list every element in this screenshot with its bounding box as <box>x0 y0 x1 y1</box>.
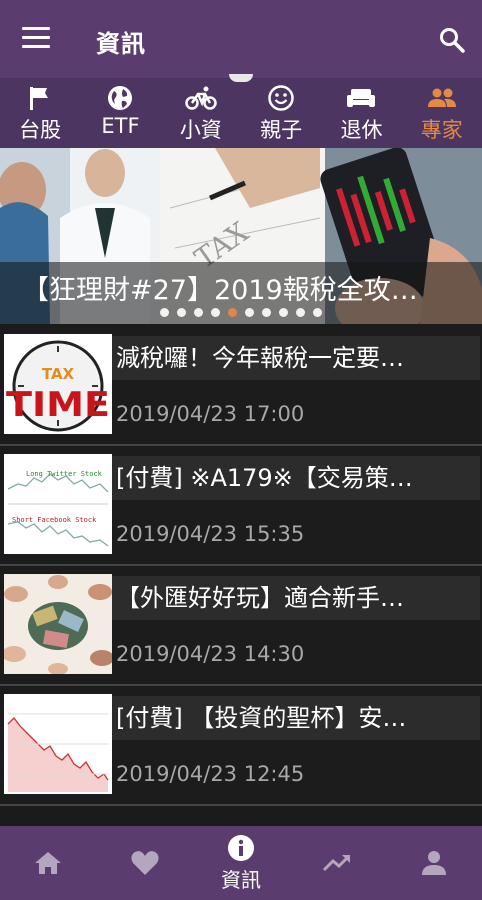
article-date: 2019/04/23 15:35 <box>116 522 305 546</box>
category-label: 專家 <box>420 118 463 142</box>
article-thumbnail <box>4 574 112 674</box>
article-thumbnail: TAX TIME <box>4 334 112 434</box>
nav-profile[interactable] <box>386 826 482 900</box>
nav-trending[interactable] <box>289 826 385 900</box>
carousel-dot[interactable] <box>194 308 203 317</box>
article-row[interactable]: TAX TIME 減稅囉！今年報稅一定要… 2019/04/23 17:00 <box>0 326 482 446</box>
article-thumbnail <box>4 694 112 794</box>
carousel-dot[interactable] <box>262 308 271 317</box>
nav-info-label: 資訊 <box>221 867 262 892</box>
article-title: 【外匯好好玩】適合新手… <box>112 576 480 620</box>
app-bar: 資訊 <box>0 0 482 78</box>
category-tabs: 台股 ETF 小資 親子 退休 專家 <box>0 78 482 148</box>
carousel-dot[interactable] <box>211 308 220 317</box>
carousel-dot[interactable] <box>245 308 254 317</box>
carousel-dot[interactable] <box>160 308 169 317</box>
thumb-text: Long Twitter Stock <box>26 470 103 478</box>
page-title: 資訊 <box>96 30 146 58</box>
carousel-dot[interactable] <box>279 308 288 317</box>
thumb-text: TAX <box>42 365 75 383</box>
article-date: 2019/04/23 14:30 <box>116 642 305 666</box>
featured-banner[interactable]: TAX 【狂理財#27】2019報稅全攻… <box>0 148 482 324</box>
carousel-indicator <box>0 308 482 317</box>
category-label: 親子 <box>260 118 303 142</box>
carousel-dot[interactable] <box>296 308 305 317</box>
smile-icon <box>268 85 294 111</box>
category-tab-etf[interactable]: ETF <box>80 78 160 148</box>
article-title: 減稅囉！今年報稅一定要… <box>112 336 480 380</box>
thumb-text: TIME <box>6 385 110 425</box>
article-row[interactable]: 【外匯好好玩】適合新手… 2019/04/23 14:30 <box>0 566 482 686</box>
search-icon[interactable] <box>438 26 466 54</box>
carousel-dot[interactable] <box>177 308 186 317</box>
heart-icon <box>131 851 159 875</box>
info-icon <box>228 834 255 861</box>
flag-icon <box>30 87 49 110</box>
category-tab-tw-stock[interactable]: 台股 <box>0 78 80 148</box>
banner-title: 【狂理財#27】2019報稅全攻… <box>22 275 418 306</box>
carousel-dot-active[interactable] <box>228 308 237 317</box>
thumb-text: Short Facebook Stock <box>12 516 97 524</box>
nav-favorites[interactable] <box>96 826 192 900</box>
article-title: [付費] ※A179※【交易策… <box>112 456 480 500</box>
sofa-icon <box>347 89 376 107</box>
bike-icon <box>185 86 217 110</box>
menu-icon[interactable] <box>22 27 50 51</box>
nav-info[interactable]: 資訊 <box>193 826 289 900</box>
article-row[interactable]: Long Twitter Stock Short Facebook Stock … <box>0 446 482 566</box>
person-icon <box>421 851 446 875</box>
article-list: TAX TIME 減稅囉！今年報稅一定要… 2019/04/23 17:00 L… <box>0 326 482 806</box>
category-tab-experts[interactable]: 專家 <box>402 78 482 148</box>
category-label: 台股 <box>19 118 62 142</box>
article-thumbnail: Long Twitter Stock Short Facebook Stock <box>4 454 112 554</box>
category-label: ETF <box>101 114 140 138</box>
trending-icon <box>323 854 351 872</box>
bottom-navigation: 資訊 <box>0 826 482 900</box>
category-tab-retirement[interactable]: 退休 <box>321 78 401 148</box>
article-date: 2019/04/23 12:45 <box>116 762 305 786</box>
category-tab-parenting[interactable]: 親子 <box>241 78 321 148</box>
category-label: 退休 <box>340 118 383 142</box>
article-row[interactable]: [付費] 【投資的聖杯】安… 2019/04/23 12:45 <box>0 686 482 806</box>
carousel-dot[interactable] <box>313 308 322 317</box>
people-icon <box>427 88 456 107</box>
article-title: [付費] 【投資的聖杯】安… <box>112 696 480 740</box>
category-tab-small-capital[interactable]: 小資 <box>161 78 241 148</box>
category-label: 小資 <box>179 118 222 142</box>
home-icon <box>35 852 62 874</box>
article-date: 2019/04/23 17:00 <box>116 402 305 426</box>
globe-icon <box>108 86 133 110</box>
nav-home[interactable] <box>0 826 96 900</box>
